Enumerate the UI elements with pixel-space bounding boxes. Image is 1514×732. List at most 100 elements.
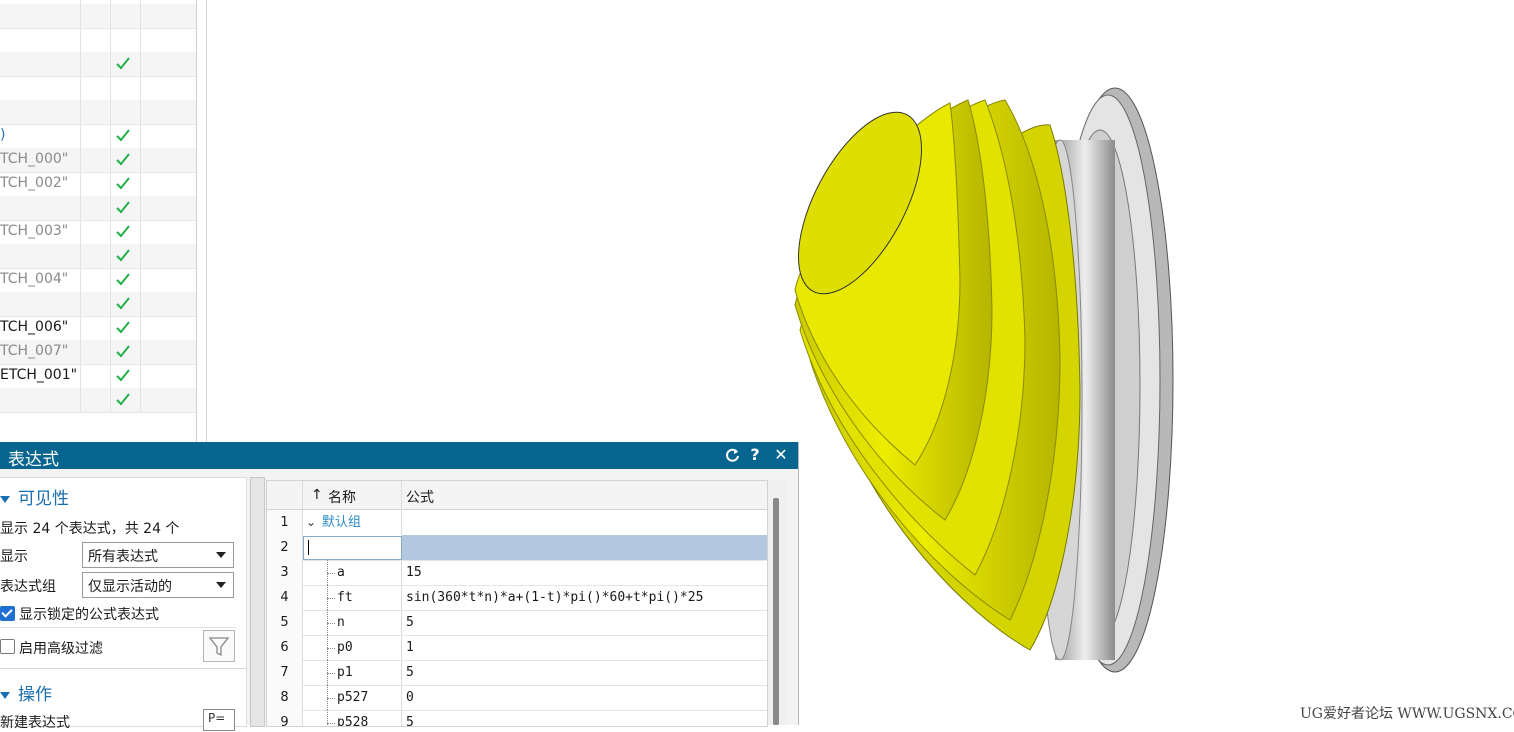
grid-line [80, 340, 81, 364]
grid-line [80, 124, 81, 148]
navigator-row[interactable]: TCH_002" [0, 172, 196, 197]
check-icon [116, 321, 130, 334]
visibility-section-header[interactable]: 可见性 [0, 484, 69, 509]
expression-name[interactable]: p527 [337, 685, 368, 710]
row-number: 3 [267, 560, 303, 585]
column-name-header[interactable]: 名称 [328, 487, 356, 507]
new-expression-label: 新建表达式 [0, 715, 70, 731]
filter-button[interactable] [203, 630, 235, 662]
expression-formula[interactable]: 5 [406, 610, 414, 635]
grid-line [140, 148, 141, 172]
help-button[interactable]: ? [746, 446, 764, 464]
table-row[interactable]: 4 ft sin(360*t*n)*a+(1-t)*pi()*60+t*pi()*2… [267, 585, 767, 611]
row-number: 9 [267, 710, 303, 726]
grid-line [80, 364, 81, 388]
sort-arrow-icon[interactable]: ↑ [311, 487, 323, 503]
grid-line [140, 4, 141, 28]
row-number: 1 [267, 510, 303, 535]
tree-line [327, 598, 335, 599]
refresh-icon[interactable] [724, 446, 742, 464]
tree-line [327, 710, 328, 726]
check-icon [116, 201, 130, 214]
table-row[interactable]: 3 a 15 [267, 560, 767, 586]
expression-formula[interactable]: 1 [406, 635, 414, 660]
collapse-triangle-icon [0, 691, 10, 699]
part-navigator: ) TCH_000" TCH_002" TCH_003" TCH_004" TCH_006… [0, 0, 207, 442]
advanced-filter-checkbox[interactable] [0, 639, 15, 654]
expression-name[interactable]: a [337, 560, 345, 585]
navigator-row[interactable]: TCH_004" [0, 268, 196, 293]
table-row[interactable]: 6 p0 1 [267, 635, 767, 661]
group-label: 表达式组 [0, 579, 56, 595]
expression-name[interactable]: p1 [337, 660, 353, 685]
expression-formula[interactable]: sin(360*t*n)*a+(1-t)*pi()*60+t*pi()*25 [406, 585, 703, 610]
table-row[interactable]: 1 ⌄ 默认组 [267, 510, 767, 536]
grid-line [140, 364, 141, 388]
navigator-row[interactable] [0, 100, 196, 125]
expression-formula[interactable]: 5 [406, 660, 414, 685]
column-formula-header[interactable]: 公式 [406, 487, 434, 507]
tree-line [327, 673, 335, 674]
navigator-row[interactable] [0, 244, 196, 269]
table-row[interactable]: 9 p528 5 [267, 710, 767, 726]
close-button[interactable]: ✕ [772, 446, 790, 464]
expression-name[interactable]: p0 [337, 635, 353, 660]
advanced-filter-label: 启用高级过滤 [19, 641, 103, 657]
navigator-row[interactable] [0, 76, 196, 101]
check-icon [116, 225, 130, 238]
expand-chevron-icon[interactable]: ⌄ [306, 510, 316, 535]
tree-line [327, 573, 335, 574]
dialog-titlebar[interactable]: 表达式 ? ✕ [0, 442, 798, 470]
grid-line [110, 172, 111, 196]
grid-line [110, 340, 111, 364]
expression-formula[interactable]: 15 [406, 560, 422, 585]
expression-name[interactable]: p528 [337, 710, 368, 726]
navigator-row[interactable]: TCH_003" [0, 220, 196, 245]
navigator-row[interactable] [0, 388, 196, 413]
grid-line [80, 148, 81, 172]
navigator-row[interactable]: ETCH_001" [0, 364, 196, 389]
navigator-row[interactable]: TCH_000" [0, 148, 196, 173]
table-row[interactable]: 2 [267, 535, 767, 561]
table-header: ↑ 名称 公式 [267, 481, 767, 510]
navigator-row[interactable]: ) [0, 124, 196, 149]
new-name-input[interactable] [303, 536, 402, 560]
tree-line [327, 723, 335, 724]
grid-line [140, 52, 141, 76]
new-expression-button[interactable]: P= [203, 709, 235, 731]
scrollbar-thumb[interactable] [773, 498, 779, 725]
locked-formula-label: 显示锁定的公式表达式 [19, 607, 159, 623]
table-row[interactable]: 5 n 5 [267, 610, 767, 636]
navigator-row[interactable] [0, 292, 196, 317]
row-number: 6 [267, 635, 303, 660]
navigator-row[interactable] [0, 28, 196, 53]
navigator-row-label: TCH_007" [0, 343, 69, 359]
pane-splitter[interactable] [250, 477, 265, 727]
expression-name[interactable]: ft [337, 585, 353, 610]
operations-section-header[interactable]: 操作 [0, 680, 52, 705]
check-icon [116, 57, 130, 70]
grid-line [80, 52, 81, 76]
table-row[interactable]: 8 p527 0 [267, 685, 767, 711]
locked-formula-checkbox[interactable] [0, 606, 15, 621]
formula-input[interactable] [402, 535, 767, 560]
expression-formula[interactable]: 5 [406, 710, 414, 726]
grid-line [140, 196, 141, 220]
navigator-row[interactable]: TCH_006" [0, 316, 196, 341]
expression-name[interactable]: n [337, 610, 345, 635]
grid-line [110, 268, 111, 292]
navigator-row[interactable] [0, 196, 196, 221]
table-row[interactable]: 7 p1 5 [267, 660, 767, 686]
grid-line [140, 292, 141, 316]
navigator-row[interactable]: TCH_007" [0, 340, 196, 365]
show-select[interactable]: 所有表达式 [82, 542, 234, 568]
expression-formula[interactable]: 0 [406, 685, 414, 710]
row-number: 7 [267, 660, 303, 685]
navigator-row-label: TCH_000" [0, 151, 69, 167]
navigator-row[interactable] [0, 52, 196, 77]
group-select[interactable]: 仅显示活动的 [82, 572, 234, 598]
grid-line [80, 28, 81, 52]
dropdown-arrow-icon [216, 582, 226, 588]
dialog-left-pane: 可见性 显示 24 个表达式，共 24 个 显示 所有表达式 表达式组 仅显示活… [0, 477, 247, 731]
navigator-row[interactable] [0, 4, 196, 29]
